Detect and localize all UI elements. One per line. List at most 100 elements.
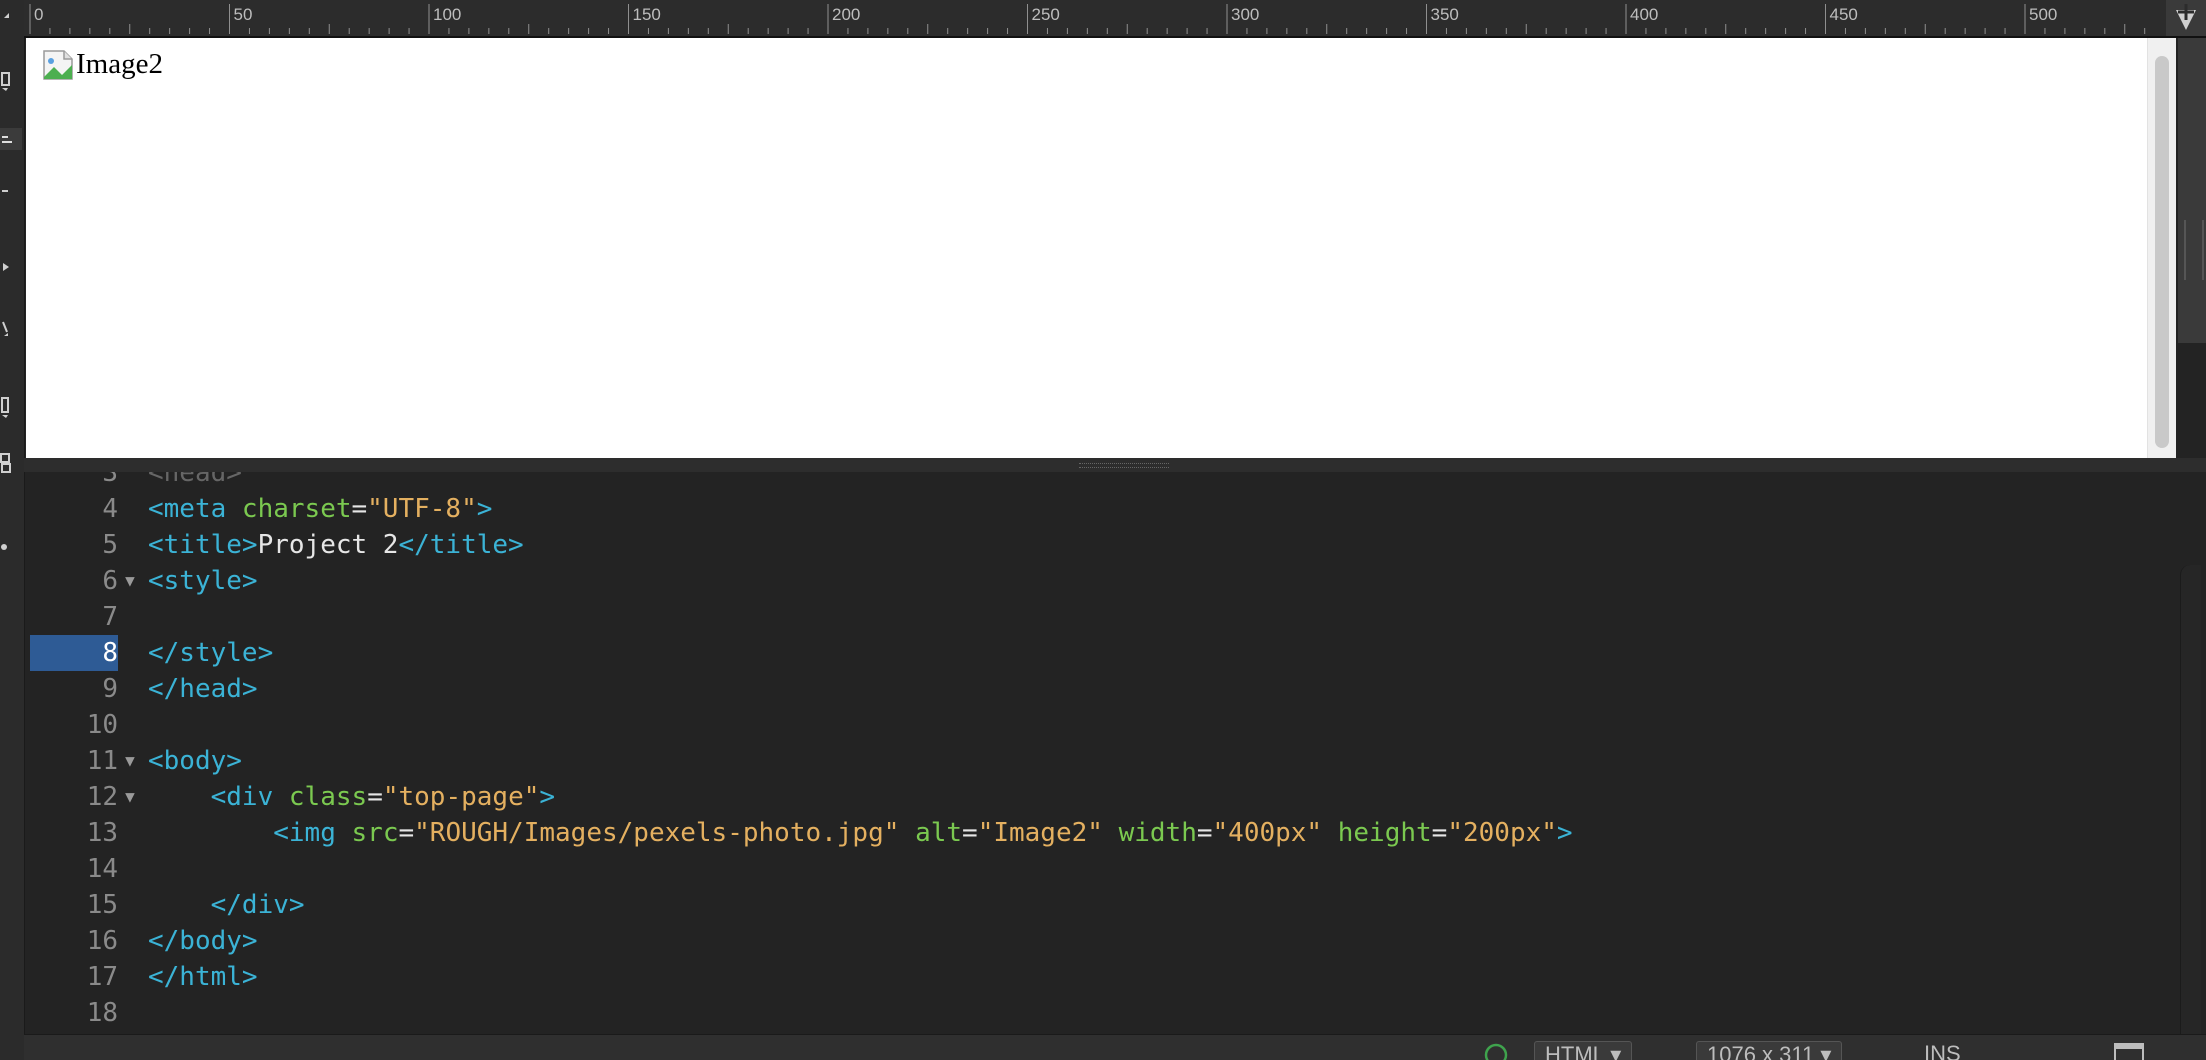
code-line[interactable]: 14	[30, 851, 2170, 887]
chevron-down-icon: ▾	[1820, 1042, 1832, 1060]
code-token-tag: <img	[273, 818, 352, 848]
editor-window: 0501001502002503003504004505005506006507…	[0, 0, 2206, 1060]
ruler-label: 400	[1630, 5, 1658, 24]
panel-resize-grip[interactable]	[2184, 220, 2204, 280]
code-editor[interactable]: 3 <head> 4 <meta charset="UTF-8"> 5 <title>Pr…	[30, 472, 2170, 1030]
insert-mode-indicator[interactable]: INS	[1924, 1041, 1961, 1060]
code-text: </body>	[148, 923, 258, 959]
document-icon[interactable]	[0, 396, 22, 418]
ruler-label: 250	[1032, 5, 1060, 24]
line-number: 5	[102, 530, 118, 560]
ruler-label: 500	[2029, 5, 2057, 24]
file-edit-icon[interactable]	[0, 70, 22, 92]
code-text: </style>	[148, 635, 273, 671]
code-token-txt: =	[367, 782, 383, 812]
code-token-val: "top-page"	[382, 782, 540, 812]
broken-image[interactable]: Image2	[42, 48, 163, 81]
line-number: 14	[86, 854, 118, 884]
line-number: 3	[102, 472, 118, 488]
code-token-tag: </body>	[148, 926, 258, 956]
code-line[interactable]: 11 ▼ <body>	[30, 743, 2170, 779]
code-token-tag: >	[476, 494, 493, 524]
code-token-txt: Project 2	[257, 530, 399, 560]
line-number: 12	[86, 782, 118, 812]
splitter-grip[interactable]	[1079, 463, 1169, 468]
status-ok-icon	[1484, 1043, 1508, 1060]
window-size-select[interactable]: 1076 x 311 ▾	[1696, 1041, 1843, 1060]
line-number: 6	[102, 566, 118, 596]
live-view-scrollbar[interactable]	[2147, 38, 2176, 458]
code-text: </div>	[148, 887, 305, 923]
slash-icon[interactable]	[0, 316, 22, 338]
status-bar: HTML ▾ 1076 x 311 ▾ INS	[24, 1034, 2206, 1060]
code-token-tag: </div>	[210, 890, 305, 920]
code-token-tag: <style>	[148, 566, 258, 596]
ruler-label: 50	[234, 5, 253, 24]
code-line[interactable]: 4 <meta charset="UTF-8">	[30, 491, 2170, 527]
code-token-tag: >	[1556, 818, 1573, 848]
language-select[interactable]: HTML ▾	[1534, 1041, 1633, 1060]
preview-window-icon[interactable]	[2114, 1043, 2144, 1060]
line-number: 7	[102, 602, 118, 632]
code-token-tag: <body>	[148, 746, 242, 776]
code-token-tag: >	[539, 782, 556, 812]
code-token-txt: =	[962, 818, 978, 848]
code-line[interactable]: 9 </head>	[30, 671, 2170, 707]
live-view-scrollbar-thumb[interactable]	[2155, 56, 2169, 448]
code-line[interactable]: 16 </body>	[30, 923, 2170, 959]
play-icon[interactable]	[0, 256, 22, 278]
ruler-guide-icon[interactable]	[2166, 0, 2206, 36]
line-number: 15	[86, 890, 118, 920]
fold-toggle-icon[interactable]: ▼	[120, 563, 140, 599]
code-token-val: "200px"	[1447, 818, 1557, 848]
collapse-arrow-icon[interactable]	[0, 4, 22, 26]
snippet-icon[interactable]	[0, 452, 22, 474]
horizontal-ruler: 0501001502002503003504004505005506006507…	[24, 0, 2206, 38]
code-line[interactable]: 12 ▼ <div class="top-page">	[30, 779, 2170, 815]
code-token-tag: </title>	[398, 530, 524, 560]
code-token-attr: alt	[915, 818, 963, 848]
code-token-attr: height	[1337, 818, 1432, 848]
code-line[interactable]: 18	[30, 995, 2170, 1030]
code-editor-scrollbar[interactable]	[2180, 565, 2201, 1035]
fold-toggle-icon[interactable]: ▼	[120, 743, 140, 779]
code-line[interactable]: 13 <img src="ROUGH/Images/pexels-photo.j…	[30, 815, 2170, 851]
ruler-label: 200	[832, 5, 860, 24]
view-splitter[interactable]	[24, 458, 2206, 472]
code-text: <div class="top-page">	[148, 779, 555, 815]
code-line-current[interactable]: 8 </style>	[30, 635, 2170, 671]
ruler-label: 350	[1431, 5, 1459, 24]
code-token-txt: =	[351, 494, 368, 524]
code-text: <body>	[148, 743, 242, 779]
dot-icon[interactable]	[0, 536, 22, 558]
code-line[interactable]: 7	[30, 599, 2170, 635]
code-token-tag: </head>	[148, 674, 258, 704]
line-number: 16	[86, 926, 118, 956]
dash-icon[interactable]	[0, 180, 22, 202]
code-text: <style>	[148, 563, 258, 599]
fold-toggle-icon[interactable]: ▼	[120, 779, 140, 815]
right-panel-edge[interactable]	[2178, 38, 2206, 343]
code-text: <img src="ROUGH/Images/pexels-photo.jpg"…	[148, 815, 1573, 851]
code-line[interactable]: 15 </div>	[30, 887, 2170, 923]
code-view-icon[interactable]	[0, 128, 22, 150]
line-number: 13	[86, 818, 118, 848]
line-number: 17	[86, 962, 118, 992]
code-line[interactable]: 17 </html>	[30, 959, 2170, 995]
code-line[interactable]: 6 ▼ <style>	[30, 563, 2170, 599]
code-line[interactable]: 3 <head>	[30, 472, 2170, 491]
code-line[interactable]: 5 <title>Project 2</title>	[30, 527, 2170, 563]
code-text: <meta charset="UTF-8">	[148, 491, 492, 527]
live-view-pane[interactable]: Image2	[26, 38, 2176, 458]
code-text: </head>	[148, 671, 258, 707]
code-token-val: "UTF-8"	[367, 494, 477, 524]
line-number: 10	[86, 710, 118, 740]
code-token-attr: class	[288, 782, 368, 812]
ruler-corner[interactable]	[2166, 0, 2206, 36]
code-line[interactable]: 10	[30, 707, 2170, 743]
